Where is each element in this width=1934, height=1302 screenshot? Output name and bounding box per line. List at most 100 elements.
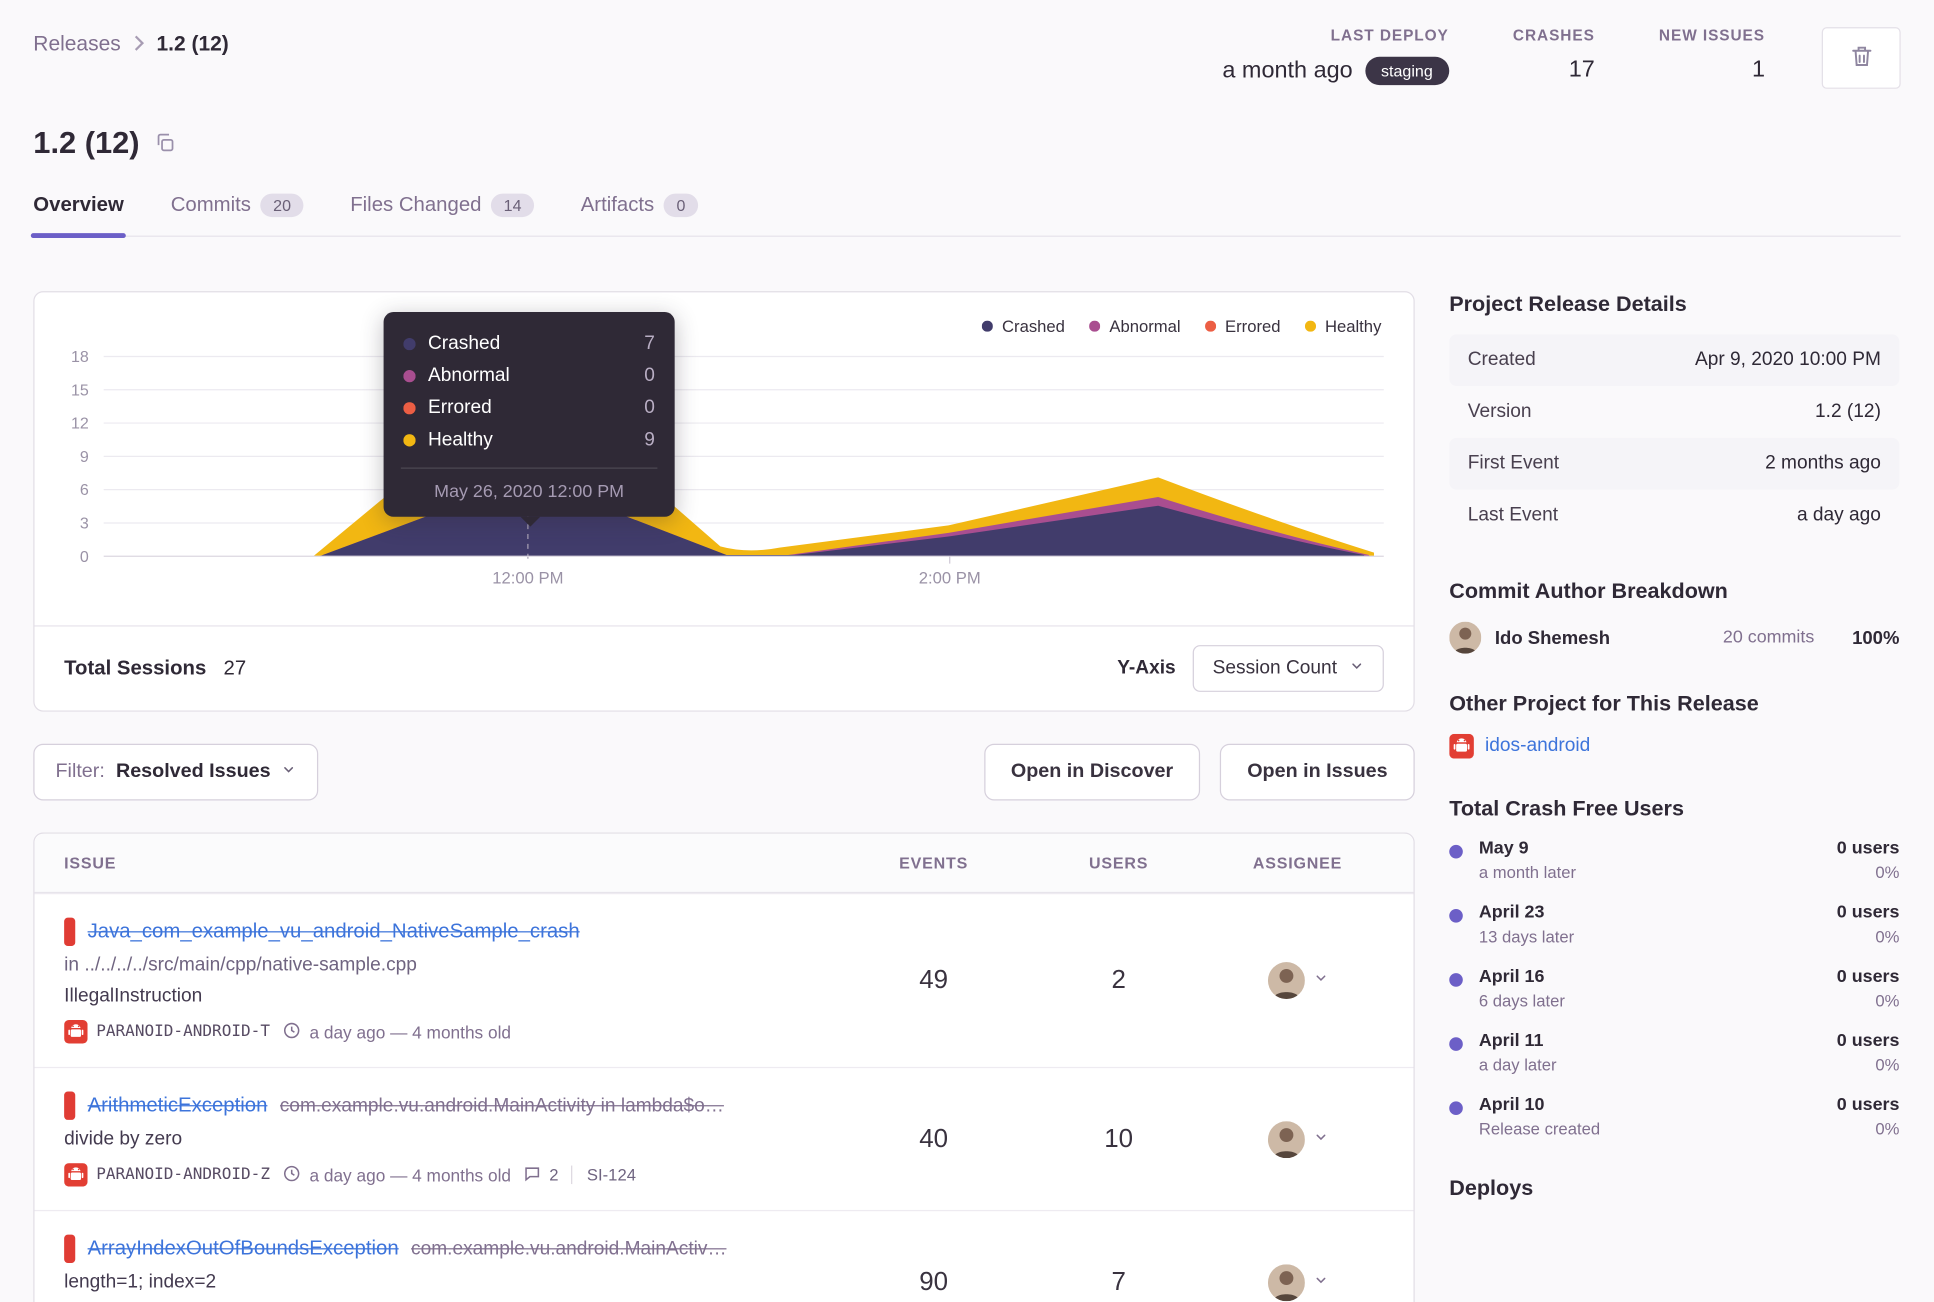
tab-commits[interactable]: Commits 20 xyxy=(171,193,304,236)
issue-title-link[interactable]: ArrayIndexOutOfBoundsException xyxy=(88,1237,399,1260)
linked-ticket[interactable]: SI-124 xyxy=(587,1166,636,1185)
cf-percent: 0% xyxy=(1875,1055,1900,1075)
col-issue: ISSUE xyxy=(64,853,117,873)
crashed-dot-icon xyxy=(403,337,416,351)
filter-selected-value: Resolved Issues xyxy=(115,761,271,782)
stat-crashes-value: 17 xyxy=(1568,56,1595,83)
legend-healthy-label: Healthy xyxy=(1324,316,1382,336)
cf-percent: 0% xyxy=(1875,863,1900,882)
x-tick-2pm: 2:00 PM xyxy=(918,568,981,588)
crash-free-heading: Total Crash Free Users xyxy=(1449,795,1684,821)
timeline-bullet-icon xyxy=(1449,1037,1463,1051)
comments-link[interactable]: 2 xyxy=(523,1164,559,1186)
error-level-icon xyxy=(64,1091,76,1120)
delete-release-button[interactable] xyxy=(1821,27,1901,89)
tab-files-changed[interactable]: Files Changed 14 xyxy=(350,193,534,236)
detail-row-version: Version 1.2 (12) xyxy=(1449,386,1899,438)
issue-title-link[interactable]: ArithmeticException xyxy=(88,1094,268,1117)
detail-label: Last Event xyxy=(1467,504,1559,526)
clock-icon xyxy=(282,1021,301,1043)
assignee-dropdown[interactable] xyxy=(1211,1120,1384,1158)
android-project-icon xyxy=(64,1163,88,1187)
release-sidebar: Project Release Details Created Apr 9, 2… xyxy=(1449,291,1900,1219)
stat-new-issues-label: NEW ISSUES xyxy=(1658,27,1765,45)
crash-free-row: May 9 a month later 0 users 0% xyxy=(1449,839,1899,882)
legend-abnormal[interactable]: Abnormal xyxy=(1089,316,1181,336)
timeline-bullet-icon xyxy=(1449,1101,1463,1115)
detail-value: a day ago xyxy=(1796,504,1881,526)
cf-sub: 13 days later xyxy=(1478,927,1575,947)
legend-errored[interactable]: Errored xyxy=(1205,316,1281,336)
chart-y-axis: 18 15 12 9 6 3 0 xyxy=(64,347,103,581)
y-tick: 15 xyxy=(70,380,89,400)
abnormal-dot-icon xyxy=(1089,320,1101,332)
y-tick: 9 xyxy=(79,447,89,466)
project-badge[interactable]: PARANOID-ANDROID-Z xyxy=(64,1163,270,1187)
app-viewport: Releases 1.2 (12) LAST DEPLOY a month ag… xyxy=(0,0,1934,1302)
y-axis-select[interactable]: Session Count xyxy=(1192,645,1384,692)
detail-label: Version xyxy=(1467,400,1532,422)
events-count: 40 xyxy=(919,1124,949,1153)
total-sessions-value: 27 xyxy=(223,656,247,679)
chart-plot-area[interactable]: 12:00 PM 2:00 PM xyxy=(103,346,1384,587)
tooltip-abnormal-value: 0 xyxy=(644,365,655,387)
issues-table: ISSUE EVENTS USERS ASSIGNEE Java_com_exa… xyxy=(33,832,1415,1302)
users-count: 10 xyxy=(1104,1124,1134,1153)
issue-title-link[interactable]: Java_com_example_vu_android_NativeSample… xyxy=(88,920,580,943)
legend-errored-label: Errored xyxy=(1225,316,1281,336)
cf-sub: Release created xyxy=(1478,1119,1601,1139)
cf-sub: a month later xyxy=(1478,863,1577,882)
tab-overview[interactable]: Overview xyxy=(30,193,127,239)
cf-date: April 11 xyxy=(1478,1031,1544,1051)
chart-legend: Crashed Abnormal Errored Healthy xyxy=(982,316,1382,336)
stat-crashes: CRASHES 17 xyxy=(1513,27,1595,84)
filter-dropdown[interactable]: Filter: Resolved Issues xyxy=(33,743,319,801)
copy-version-button[interactable] xyxy=(154,132,175,159)
breadcrumb-releases-link[interactable]: Releases xyxy=(33,32,120,57)
tooltip-healthy-label: Healthy xyxy=(427,429,493,451)
legend-abnormal-label: Abnormal xyxy=(1109,316,1181,336)
y-tick: 12 xyxy=(70,413,89,433)
assignee-dropdown[interactable] xyxy=(1211,1263,1384,1301)
tab-artifacts[interactable]: Artifacts 0 xyxy=(581,193,698,236)
issue-culprit: com.example.vu.android.MainActivity in l… xyxy=(279,1094,724,1116)
sessions-area-chart: 18 15 12 9 6 3 0 12:00 PM 2:00 PM xyxy=(64,346,1384,587)
tab-commits-badge: 20 xyxy=(260,193,304,218)
timeline-bullet-icon xyxy=(1449,973,1463,987)
project-badge[interactable]: PARANOID-ANDROID-T xyxy=(64,1020,270,1044)
y-axis-label: Y-Axis xyxy=(1117,657,1176,679)
tooltip-crashed-value: 7 xyxy=(644,333,655,354)
detail-label: Created xyxy=(1467,349,1536,371)
breadcrumb-current: 1.2 (12) xyxy=(156,32,229,56)
other-project-link[interactable]: idos-android xyxy=(1485,735,1590,757)
chevron-down-icon xyxy=(282,761,297,783)
chart-footer: Total Sessions 27 Y-Axis Session Count xyxy=(34,625,1414,710)
issue-row: ArrayIndexOutOfBoundsException com.examp… xyxy=(34,1209,1414,1302)
issue-message: divide by zero xyxy=(64,1128,183,1150)
tab-overview-label: Overview xyxy=(33,193,124,216)
author-row: Ido Shemesh 20 commits 100% xyxy=(1449,621,1899,654)
open-in-issues-button[interactable]: Open in Issues xyxy=(1220,743,1415,801)
legend-crashed[interactable]: Crashed xyxy=(982,316,1065,336)
error-level-icon xyxy=(64,1234,76,1264)
legend-healthy[interactable]: Healthy xyxy=(1305,316,1382,336)
chevron-down-icon xyxy=(1313,1271,1328,1293)
stat-new-issues-value: 1 xyxy=(1751,56,1765,83)
assignee-dropdown[interactable] xyxy=(1211,962,1384,1000)
crash-free-row: April 23 13 days later 0 users 0% xyxy=(1449,903,1899,946)
cf-users: 0 users xyxy=(1836,838,1900,859)
open-in-discover-button[interactable]: Open in Discover xyxy=(983,743,1201,801)
users-count: 2 xyxy=(1111,965,1126,995)
other-project-section: Other Project for This Release idos-andr… xyxy=(1449,691,1899,759)
cf-date: April 10 xyxy=(1478,1095,1545,1115)
release-tabs: Overview Commits 20 Files Changed 14 Art… xyxy=(30,193,1901,239)
stat-last-deploy-label: LAST DEPLOY xyxy=(1330,27,1449,45)
tab-files-changed-label: Files Changed xyxy=(350,193,482,216)
y-tick: 6 xyxy=(79,480,89,499)
tooltip-errored-label: Errored xyxy=(427,397,492,419)
legend-crashed-label: Crashed xyxy=(1002,316,1065,336)
details-heading: Project Release Details xyxy=(1449,291,1687,316)
other-project-heading: Other Project for This Release xyxy=(1449,690,1759,716)
detail-label: First Event xyxy=(1467,452,1560,474)
stat-last-deploy: LAST DEPLOY a month ago staging xyxy=(1222,27,1449,86)
